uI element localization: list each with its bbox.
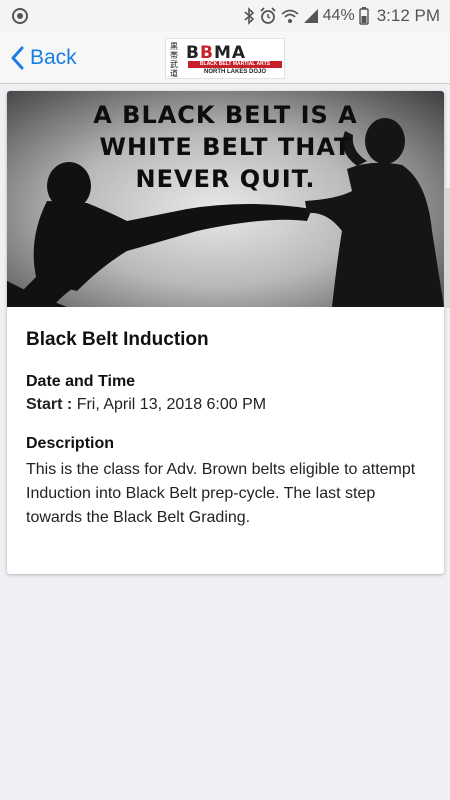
logo-dojo: NORTH LAKES DOJO bbox=[203, 69, 266, 75]
logo-name-prefix: B bbox=[186, 43, 200, 63]
logo-name-rest: MA bbox=[213, 43, 247, 63]
battery-percent: 44% bbox=[322, 7, 355, 24]
signal-icon bbox=[303, 9, 318, 23]
start-label: Start : bbox=[26, 396, 73, 413]
event-details: Black Belt Induction Date and Time Start… bbox=[7, 307, 444, 530]
back-button[interactable]: Back bbox=[10, 42, 77, 74]
event-card: A BLACK BELT IS A WHITE BELT THAT NEVER … bbox=[7, 91, 444, 574]
date-time-heading: Date and Time bbox=[26, 373, 136, 390]
dojo-logo: 黒帯武道 BBMA BLACK BELT MARTIAL ARTS NORTH … bbox=[165, 38, 285, 79]
wifi-icon bbox=[281, 9, 299, 23]
event-description: This is the class for Adv. Brown belts e… bbox=[26, 461, 416, 526]
logo-name-accent: B bbox=[199, 43, 214, 63]
back-label: Back bbox=[30, 46, 77, 69]
hero-quote-line2: WHITE BELT THAT bbox=[99, 133, 352, 161]
event-image: A BLACK BELT IS A WHITE BELT THAT NEVER … bbox=[7, 91, 444, 307]
scroll-handle[interactable] bbox=[444, 188, 450, 308]
status-time: 3:12 PM bbox=[376, 6, 440, 25]
hero-quote: A BLACK BELT IS A WHITE BELT THAT NEVER … bbox=[7, 99, 444, 195]
battery-icon bbox=[358, 7, 369, 25]
description-heading: Description bbox=[26, 435, 115, 452]
hero-quote-line1: A BLACK BELT IS A bbox=[93, 101, 358, 129]
nav-bar: Back 黒帯武道 BBMA BLACK BELT MARTIAL ARTS N… bbox=[0, 32, 450, 84]
hero-quote-line3: NEVER QUIT. bbox=[135, 165, 316, 193]
sync-icon bbox=[12, 8, 28, 24]
start-value: Fri, April 13, 2018 6:00 PM bbox=[76, 396, 267, 413]
event-title: Black Belt Induction bbox=[26, 329, 209, 350]
logo-tagline: BLACK BELT MARTIAL ARTS bbox=[188, 61, 282, 68]
bluetooth-icon bbox=[244, 7, 254, 25]
logo-name: BBMA bbox=[186, 43, 246, 63]
start-row: Start : Fri, April 13, 2018 6:00 PM bbox=[26, 396, 425, 414]
chevron-left-icon bbox=[11, 46, 24, 70]
logo-kanji: 黒帯武道 bbox=[170, 42, 178, 78]
status-bar: 44% 3:12 PM bbox=[0, 0, 450, 32]
alarm-icon bbox=[260, 7, 276, 24]
